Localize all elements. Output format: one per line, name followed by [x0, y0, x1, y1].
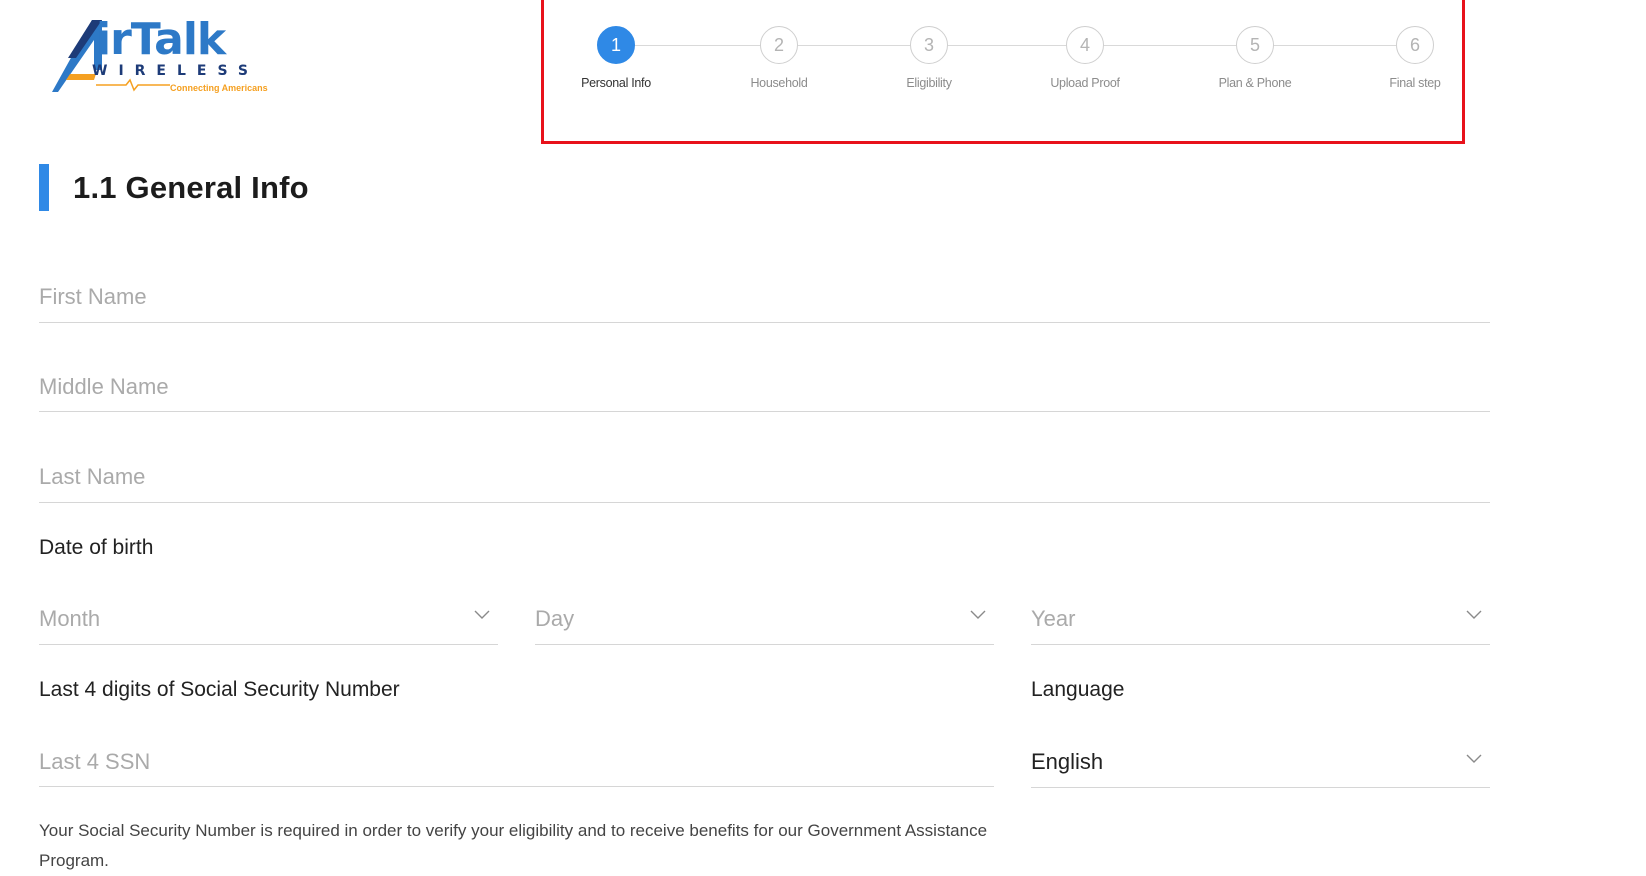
step-label: Upload Proof: [1050, 76, 1120, 90]
step-number: 2: [760, 26, 798, 64]
dob-year-placeholder: Year: [1031, 606, 1076, 631]
step-plan-phone[interactable]: 5 Plan & Phone: [1185, 26, 1325, 90]
step-number: 3: [910, 26, 948, 64]
first-name-field: [39, 272, 1490, 323]
ssn-input[interactable]: [39, 738, 994, 786]
first-name-input[interactable]: [39, 272, 1490, 322]
step-number: 1: [597, 26, 635, 64]
logo-tagline: Connecting Americans: [170, 83, 268, 93]
chevron-down-icon: [1466, 754, 1482, 763]
chevron-down-icon: [970, 610, 986, 619]
ssn-label: Last 4 digits of Social Security Number: [39, 678, 400, 701]
dob-label: Date of birth: [39, 536, 154, 559]
ssn-info-note: Your Social Security Number is required …: [39, 821, 988, 870]
dob-year-select[interactable]: Year: [1031, 596, 1490, 645]
ssn-field: [39, 738, 994, 787]
step-label: Personal Info: [581, 76, 651, 90]
chevron-down-icon: [1466, 610, 1482, 619]
last-name-input[interactable]: [39, 452, 1490, 502]
step-household[interactable]: 2 Household: [709, 26, 849, 90]
language-select[interactable]: English: [1031, 738, 1490, 788]
dob-day-placeholder: Day: [535, 606, 575, 631]
section-accent-bar: [39, 164, 49, 211]
progress-stepper: 1 Personal Info 2 Household 3 Eligibilit…: [541, 0, 1465, 144]
step-number: 6: [1396, 26, 1434, 64]
section-title: 1.1 General Info: [73, 170, 309, 205]
chevron-down-icon: [474, 610, 490, 619]
dob-month-placeholder: Month: [39, 606, 101, 631]
step-number: 4: [1066, 26, 1104, 64]
logo-brand-text: irTalk: [96, 14, 226, 65]
heartbeat-line-icon: [96, 78, 170, 92]
airtalk-logo[interactable]: irTalk WIRELESS Connecting Americans: [52, 16, 282, 100]
step-label: Plan & Phone: [1218, 76, 1292, 90]
step-number: 5: [1236, 26, 1274, 64]
step-label: Final step: [1389, 76, 1441, 90]
logo-subtitle: WIRELESS: [92, 63, 260, 79]
middle-name-field: [39, 362, 1490, 412]
step-eligibility[interactable]: 3 Eligibility: [859, 26, 999, 90]
dob-day-select[interactable]: Day: [535, 596, 994, 645]
step-upload-proof[interactable]: 4 Upload Proof: [1015, 26, 1155, 90]
last-name-field: [39, 452, 1490, 503]
step-label: Household: [750, 76, 808, 90]
step-personal-info[interactable]: 1 Personal Info: [546, 26, 686, 90]
language-value: English: [1031, 749, 1104, 774]
dob-month-select[interactable]: Month: [39, 596, 498, 645]
step-final[interactable]: 6 Final step: [1345, 26, 1485, 90]
middle-name-input[interactable]: [39, 362, 1490, 411]
step-label: Eligibility: [906, 76, 952, 90]
language-label: Language: [1031, 678, 1125, 701]
